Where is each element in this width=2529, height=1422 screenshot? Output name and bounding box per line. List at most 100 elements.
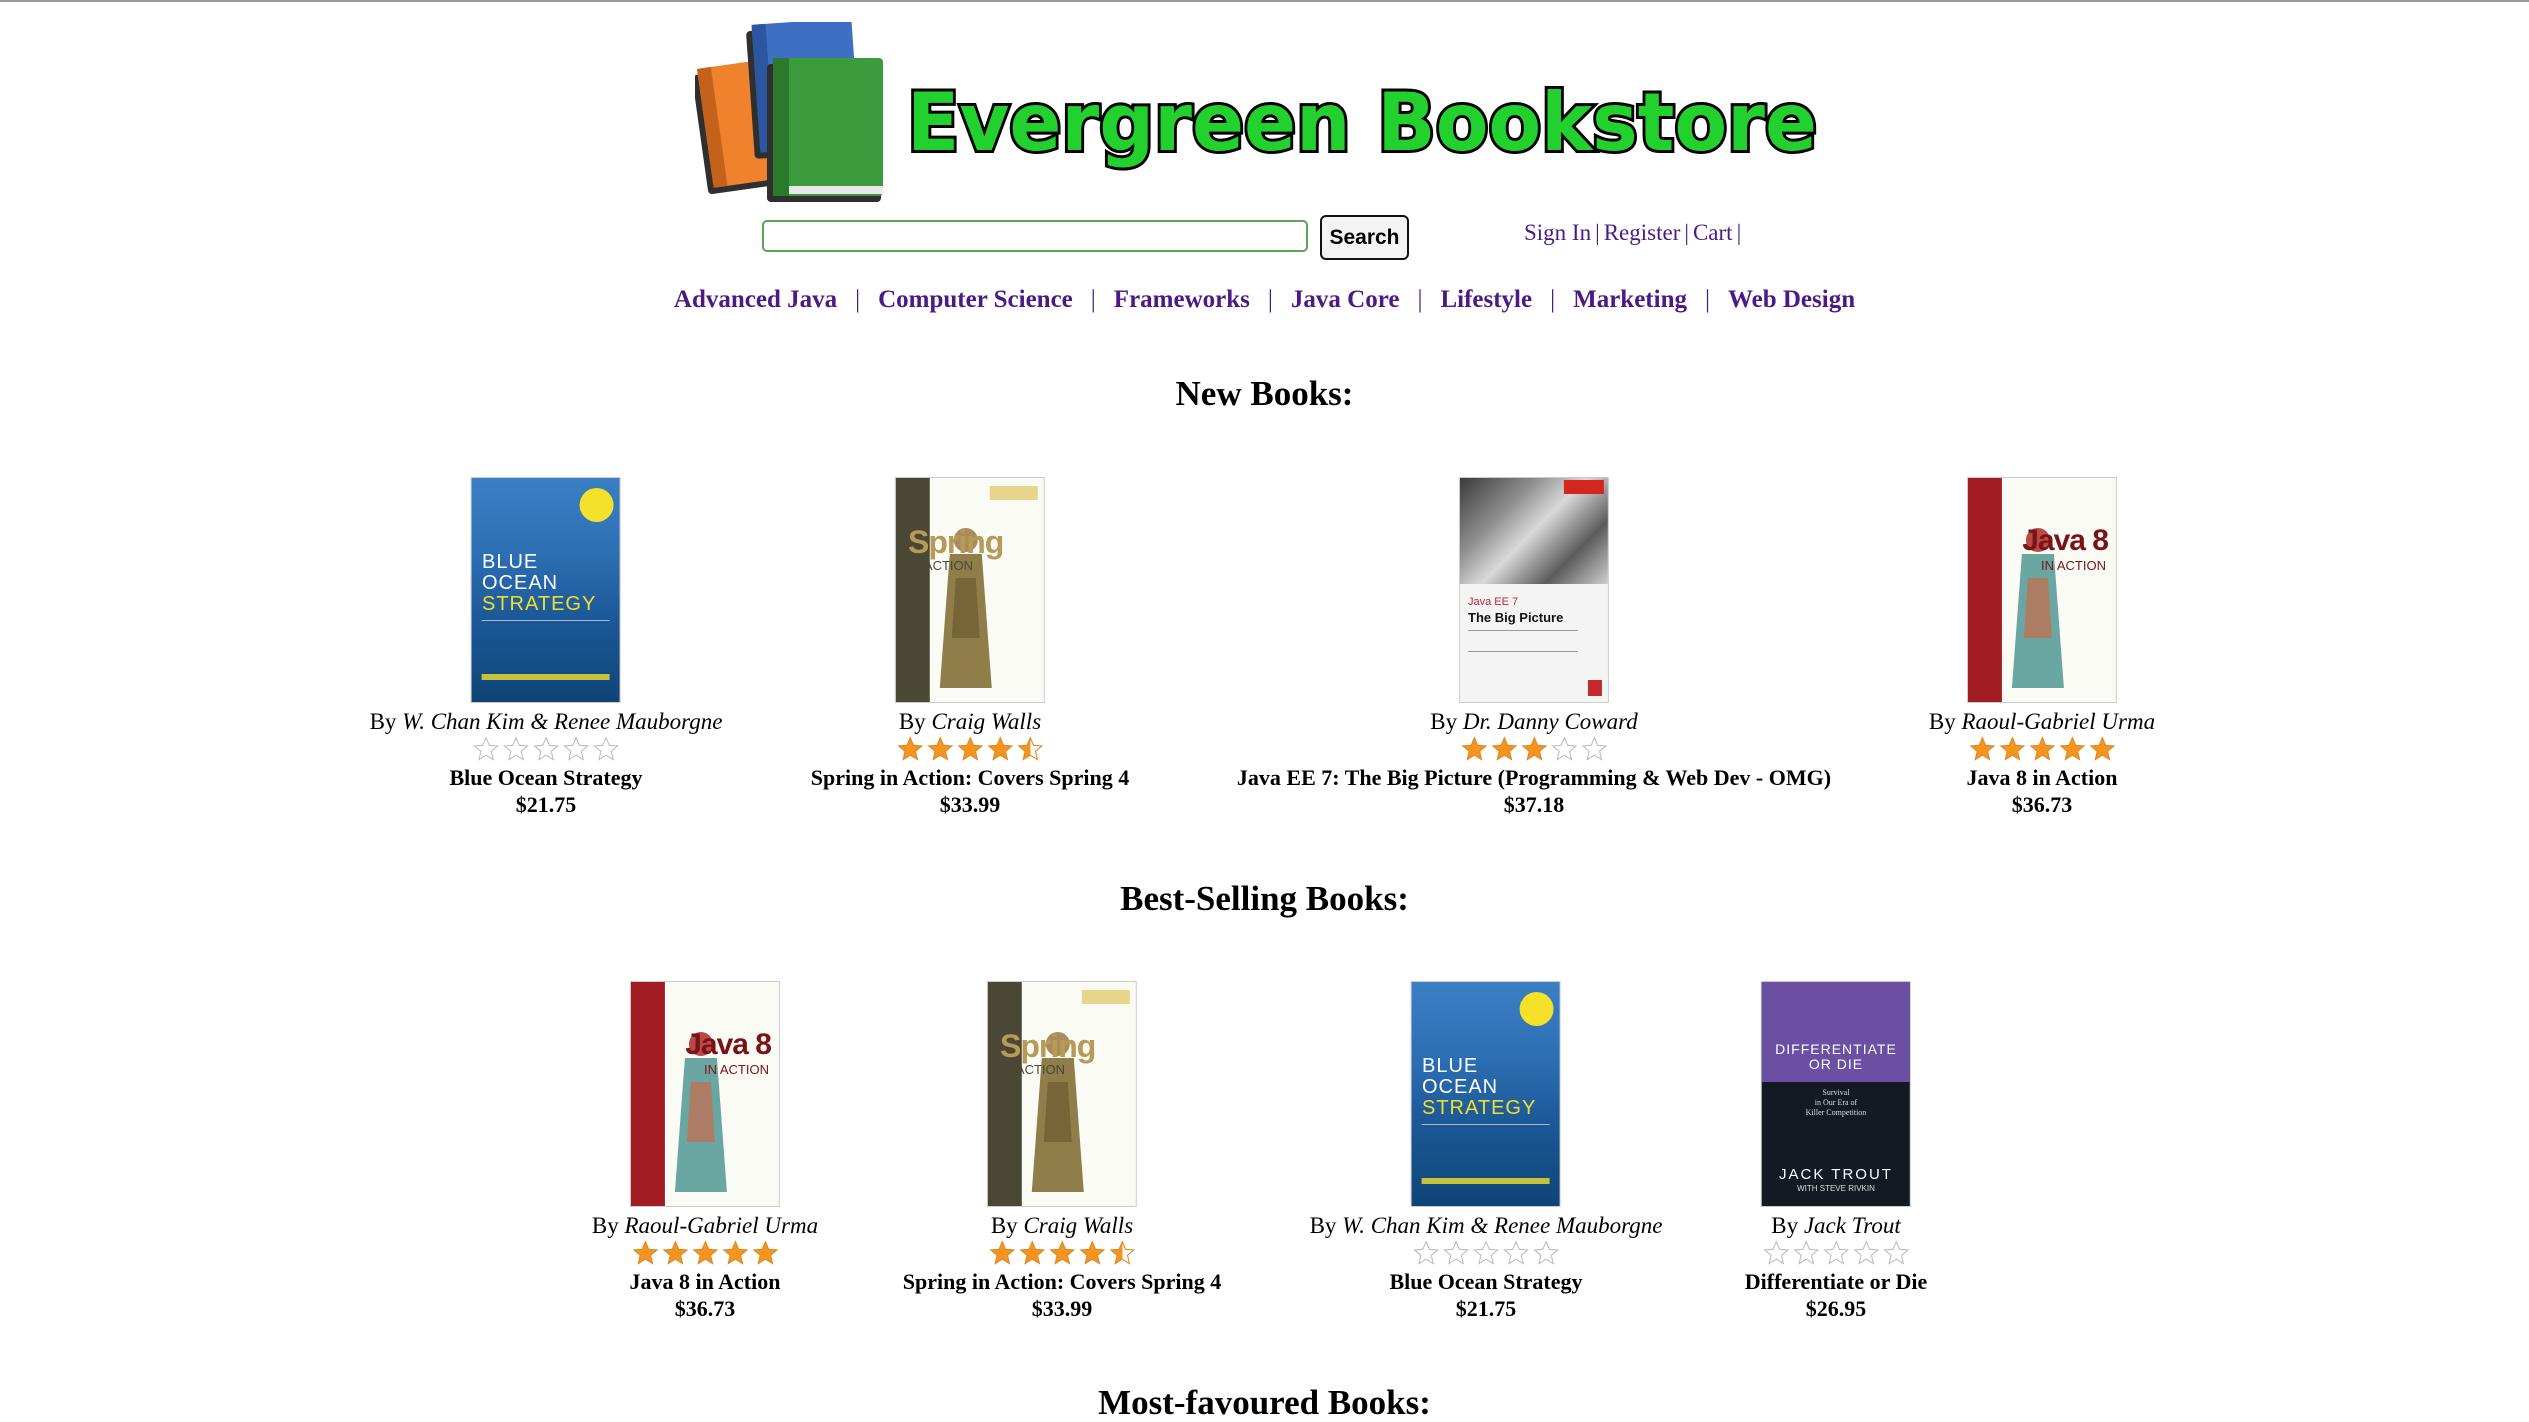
star-empty-icon — [1793, 1240, 1819, 1265]
book-author: By W. Chan Kim & Renee Mauborgne — [370, 708, 723, 736]
author-name: Raoul-Gabriel Urma — [1961, 709, 2156, 734]
star-empty-icon — [473, 736, 499, 761]
separator: | — [1595, 220, 1600, 245]
star-empty-icon — [1503, 1240, 1529, 1265]
star-filled-icon — [662, 1240, 688, 1265]
author-name: Craig Walls — [931, 709, 1042, 734]
book-title-link[interactable]: Blue Ocean Strategy — [370, 764, 723, 792]
author-name: W. Chan Kim & Renee Mauborgne — [402, 709, 723, 734]
top-divider — [0, 0, 2529, 2]
star-filled-icon — [722, 1240, 748, 1265]
book-price: $26.95 — [1805, 1296, 1867, 1321]
books-logo-icon — [695, 22, 883, 202]
star-half-icon — [1017, 736, 1043, 761]
by-label: By — [1430, 709, 1463, 734]
search-input[interactable] — [762, 220, 1308, 252]
book-author: By Raoul-Gabriel Urma — [1929, 708, 2155, 736]
star-filled-icon — [2029, 736, 2055, 761]
star-filled-icon — [987, 736, 1013, 761]
star-empty-icon — [1581, 736, 1607, 761]
star-empty-icon — [533, 736, 559, 761]
category-separator: | — [855, 286, 861, 313]
star-empty-icon — [1551, 736, 1577, 761]
star-filled-icon — [957, 736, 983, 761]
author-name: Dr. Danny Coward — [1462, 709, 1638, 734]
sign-in-link[interactable]: Sign In — [1524, 220, 1591, 245]
book-title-link[interactable]: Java 8 in Action — [1929, 764, 2155, 792]
author-name: Raoul-Gabriel Urma — [624, 1213, 819, 1238]
book-cover-image[interactable]: Java EE 7 The Big Picture — [1460, 478, 1608, 702]
category-link-frameworks[interactable]: Frameworks — [1114, 286, 1250, 313]
separator: | — [1684, 220, 1689, 245]
category-nav: Advanced Java | Computer Science | Framework… — [0, 286, 2529, 314]
book-title-link[interactable]: Blue Ocean Strategy — [1310, 1268, 1663, 1296]
book-cover-image[interactable]: Java 8 IN ACTION — [630, 982, 779, 1206]
book-price: $33.99 — [939, 792, 1001, 817]
most-favoured-heading: Most-favoured Books: — [1098, 1383, 1431, 1422]
book-cover-image[interactable]: Java 8 IN ACTION — [1967, 478, 2116, 702]
star-filled-icon — [897, 736, 923, 761]
book-price: $33.99 — [1031, 1296, 1093, 1321]
book-author: By Jack Trout — [1745, 1212, 1927, 1240]
book-cover-image[interactable]: DIFFERENTIATE OR DIE Survival in Our Era of… — [1761, 982, 1910, 1206]
book-card: Spring IN ACTION By Craig Walls Spring in A… — [903, 982, 1221, 1322]
book-card: DIFFERENTIATE OR DIE Survival in Our Era of… — [1745, 982, 1927, 1322]
by-label: By — [1309, 1213, 1343, 1238]
book-price: $36.73 — [2011, 792, 2073, 817]
by-label: By — [1771, 1213, 1804, 1238]
category-link-computer-science[interactable]: Computer Science — [878, 286, 1073, 313]
book-cover-image[interactable]: BLUE OCEAN STRATEGY — [471, 478, 620, 702]
site-logo[interactable]: Evergreen Bookstore — [695, 22, 1835, 204]
category-link-marketing[interactable]: Marketing — [1573, 286, 1687, 313]
author-name: Jack Trout — [1803, 1213, 1901, 1238]
star-empty-icon — [1473, 1240, 1499, 1265]
star-empty-icon — [593, 736, 619, 761]
category-separator: | — [1090, 286, 1096, 313]
author-name: Craig Walls — [1023, 1213, 1134, 1238]
star-filled-icon — [1521, 736, 1547, 761]
star-filled-icon — [1079, 1240, 1105, 1265]
star-filled-icon — [1999, 736, 2025, 761]
star-filled-icon — [1049, 1240, 1075, 1265]
page: Evergreen Bookstore Search Sign In | Regis… — [0, 0, 2529, 1422]
category-separator: | — [1704, 286, 1710, 313]
book-cover-image[interactable]: Spring IN ACTION — [988, 982, 1136, 1206]
book-card: Java EE 7 The Big Picture By Dr. Danny Cow… — [1237, 478, 1831, 818]
book-title-link[interactable]: Java 8 in Action — [592, 1268, 818, 1296]
book-cover-image[interactable]: BLUE OCEAN STRATEGY — [1411, 982, 1560, 1206]
book-author: By W. Chan Kim & Renee Mauborgne — [1310, 1212, 1663, 1240]
book-title-link[interactable]: Spring in Action: Covers Spring 4 — [903, 1268, 1221, 1296]
rating-stars — [811, 736, 1129, 762]
star-filled-icon — [927, 736, 953, 761]
book-title-link[interactable]: Java EE 7: The Big Picture (Programming … — [1237, 764, 1831, 792]
separator: | — [1736, 220, 1742, 245]
book-title-link[interactable]: Spring in Action: Covers Spring 4 — [811, 764, 1129, 792]
book-cover-image[interactable]: Spring IN ACTION — [896, 478, 1044, 702]
category-link-web-design[interactable]: Web Design — [1728, 286, 1855, 313]
category-link-lifestyle[interactable]: Lifestyle — [1440, 286, 1532, 313]
book-price: $37.18 — [1503, 792, 1565, 817]
book-card: BLUE OCEAN STRATEGY By W. Chan Kim & Renee … — [370, 478, 723, 818]
star-empty-icon — [1853, 1240, 1879, 1265]
book-author: By Dr. Danny Coward — [1237, 708, 1831, 736]
book-card: Java 8 IN ACTION By Raoul-Gabriel Urma Java… — [592, 982, 818, 1322]
category-link-java-core[interactable]: Java Core — [1291, 286, 1400, 313]
logo-text: Evergreen Bookstore — [907, 76, 1817, 169]
star-filled-icon — [1969, 736, 1995, 761]
star-filled-icon — [1491, 736, 1517, 761]
rating-stars — [370, 736, 723, 762]
star-filled-icon — [692, 1240, 718, 1265]
by-label: By — [369, 709, 403, 734]
star-empty-icon — [1413, 1240, 1439, 1265]
category-separator: | — [1417, 286, 1423, 313]
star-empty-icon — [1763, 1240, 1789, 1265]
rating-stars — [1745, 1240, 1927, 1266]
star-filled-icon — [2059, 736, 2085, 761]
register-link[interactable]: Register — [1604, 220, 1681, 245]
book-author: By Craig Walls — [811, 708, 1129, 736]
category-link-advanced-java[interactable]: Advanced Java — [674, 286, 837, 313]
book-title-link[interactable]: Differentiate or Die — [1745, 1268, 1927, 1296]
search-button[interactable]: Search — [1320, 215, 1409, 260]
author-name: W. Chan Kim & Renee Mauborgne — [1342, 1213, 1663, 1238]
cart-link[interactable]: Cart — [1693, 220, 1733, 245]
